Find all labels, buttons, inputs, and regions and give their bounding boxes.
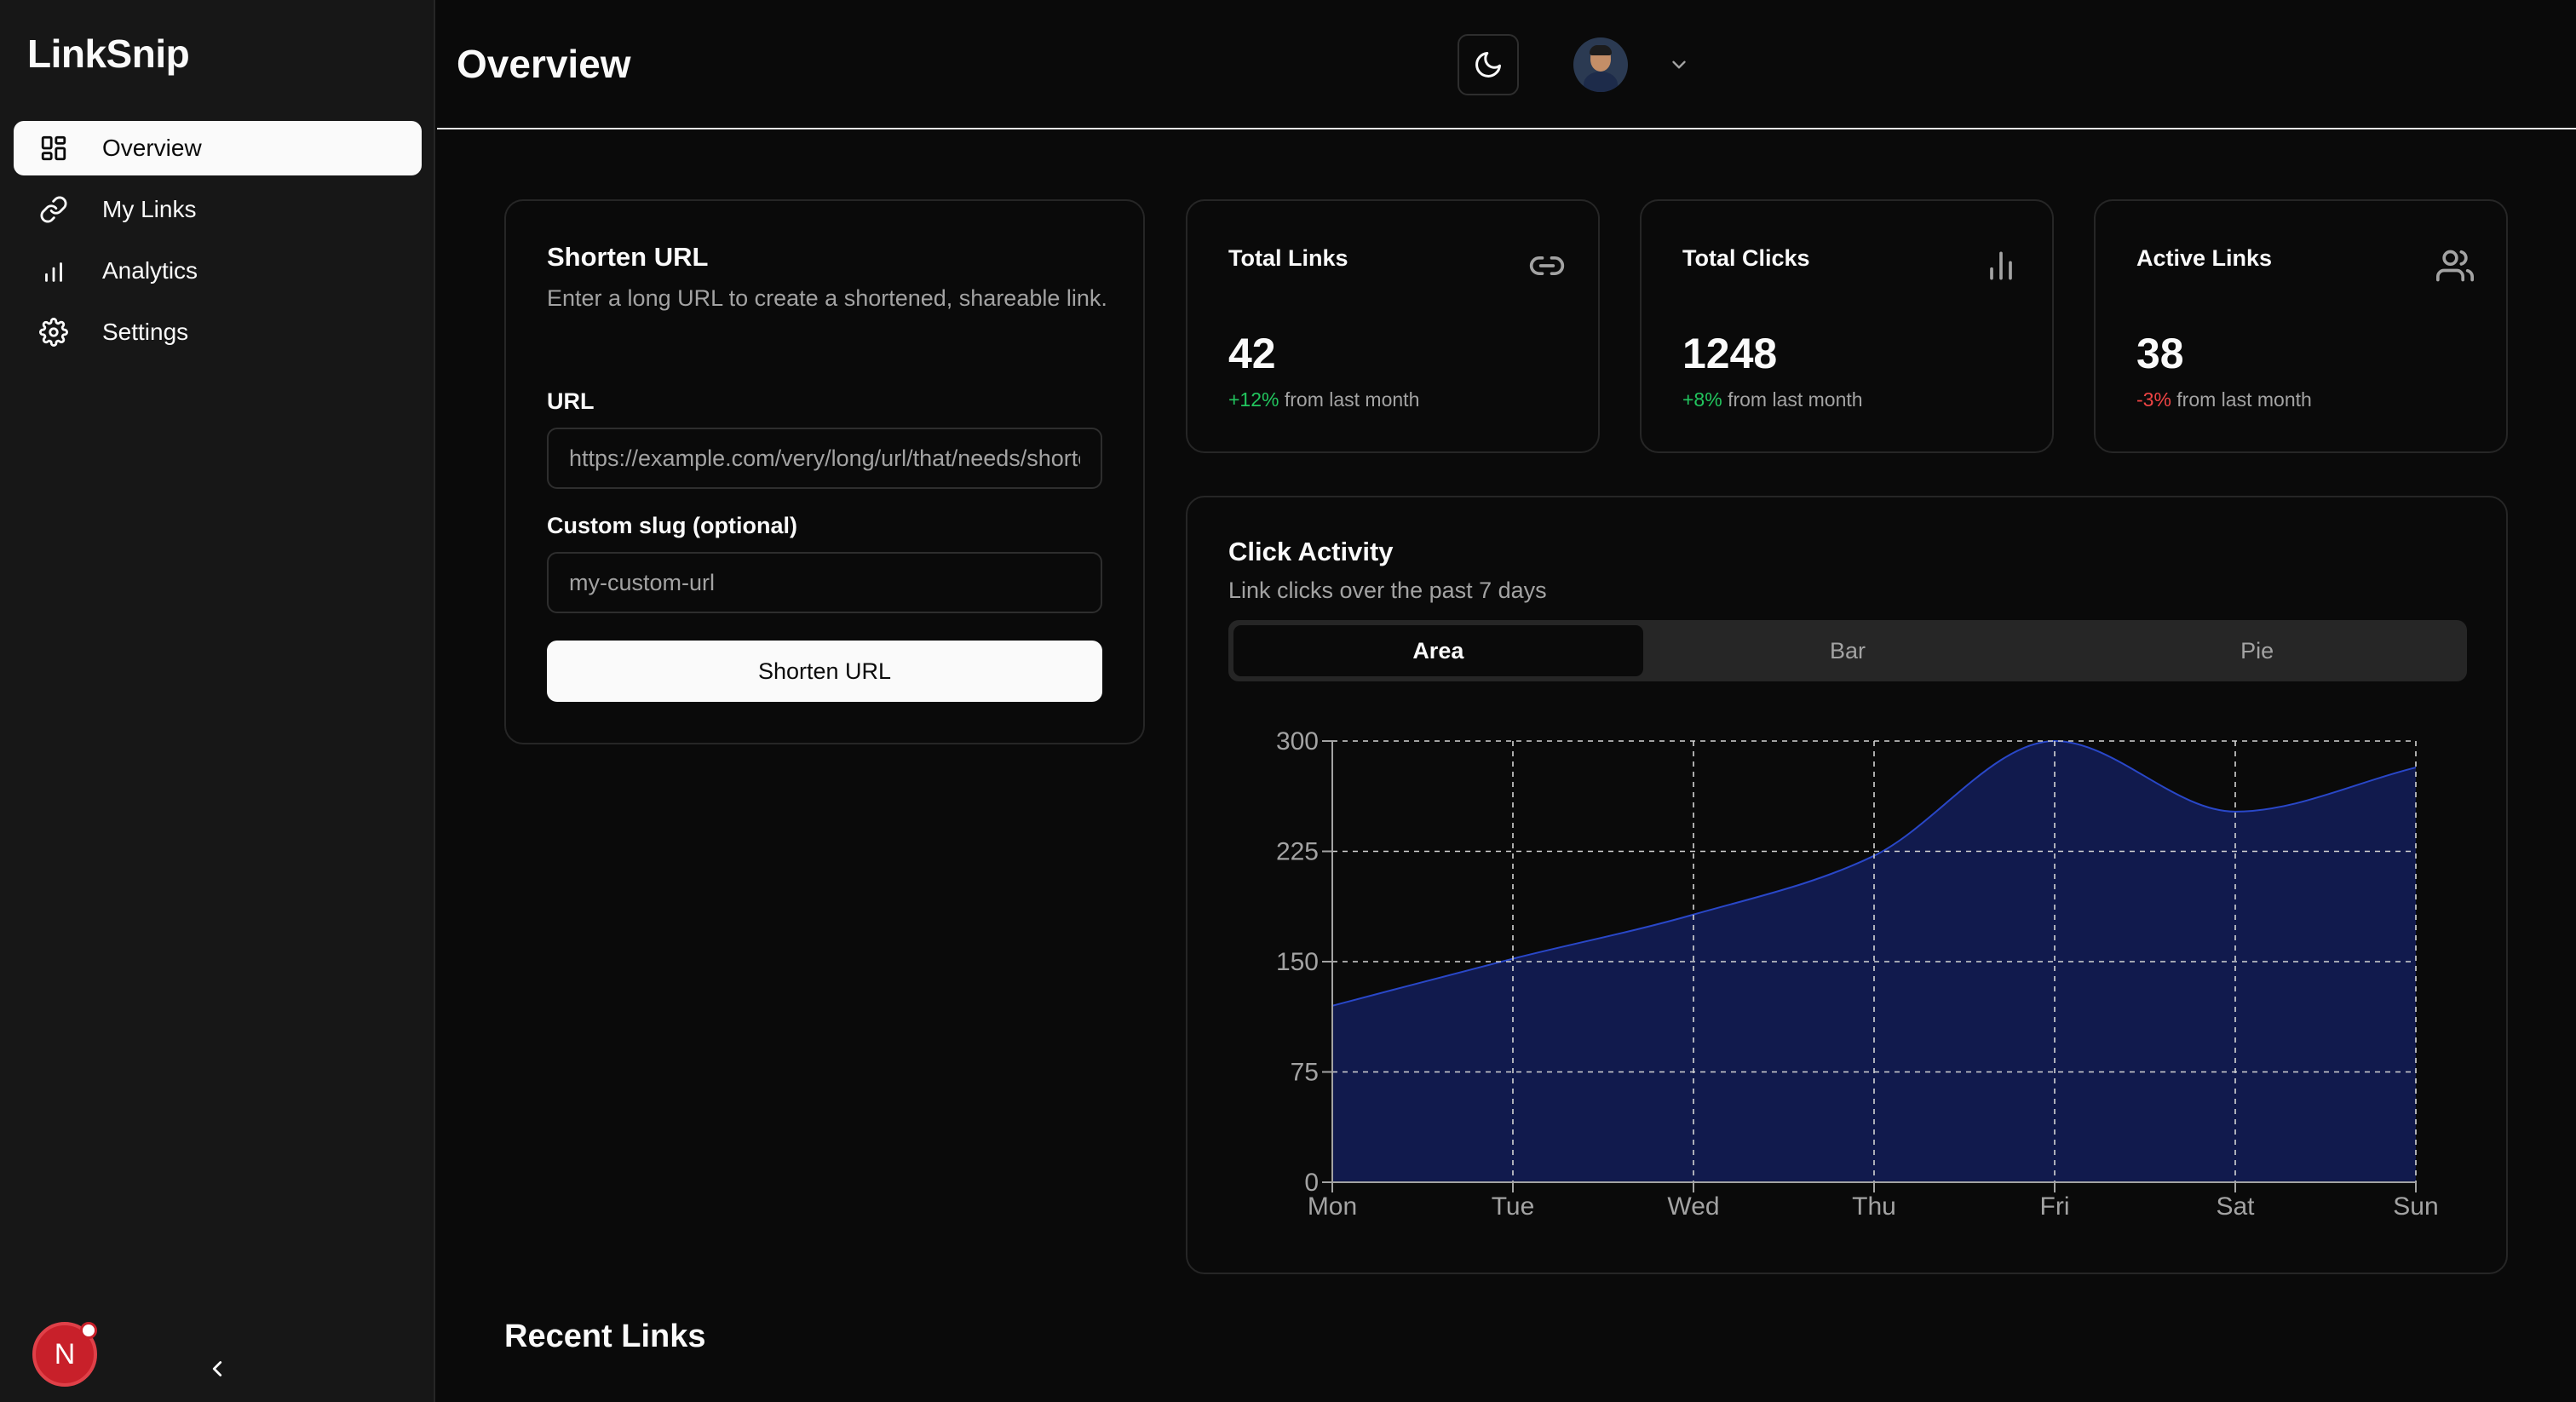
stat-change: +12% from last month <box>1228 388 1419 411</box>
stat-change-percent: -3% <box>2136 388 2171 411</box>
sidebar-item-settings[interactable]: Settings <box>14 305 422 359</box>
sidebar-item-my-links[interactable]: My Links <box>14 182 422 237</box>
shorten-url-card: Shorten URL Enter a long URL to create a… <box>504 199 1145 744</box>
stat-change-suffix: from last month <box>2171 388 2312 411</box>
user-avatar[interactable] <box>1573 37 1628 92</box>
link-icon <box>1527 245 1567 286</box>
y-tick-label: 300 <box>1276 727 1319 756</box>
y-tick-label: 225 <box>1276 838 1319 866</box>
card-title: Shorten URL <box>547 242 709 272</box>
stat-value: 38 <box>2136 330 2184 377</box>
stat-card-total-links: Total Links 42 +12% from last month <box>1186 199 1600 453</box>
users-icon <box>2435 245 2475 286</box>
moon-icon <box>1475 52 1501 78</box>
x-tick-label: Tue <box>1492 1192 1535 1221</box>
brand-logo[interactable]: LinkSnip <box>27 31 190 77</box>
sidebar-item-overview[interactable]: Overview <box>14 121 422 175</box>
chevron-down-icon <box>1672 60 1686 69</box>
x-tick-label: Sun <box>2393 1192 2438 1221</box>
avatar-initial: N <box>54 1337 76 1370</box>
slug-field-label: Custom slug (optional) <box>547 513 797 538</box>
link-icon <box>39 195 68 224</box>
collapse-sidebar-button[interactable] <box>203 1354 232 1383</box>
sidebar-item-label: Settings <box>102 319 189 345</box>
stat-label: Total Clicks <box>1682 245 1810 271</box>
shorten-url-button[interactable]: Shorten URL <box>547 641 1102 702</box>
stat-change: +8% from last month <box>1682 388 1863 411</box>
page-title: Overview <box>457 42 631 86</box>
sidebar: LinkSnip Overview My Links Analytics Set… <box>0 0 435 1402</box>
notification-dot <box>80 1322 97 1339</box>
sidebar-item-label: Overview <box>102 135 202 161</box>
sidebar-nav: Overview My Links Analytics Settings <box>14 121 422 366</box>
x-tick-label: Thu <box>1852 1192 1896 1221</box>
card-description: Enter a long URL to create a shortened, … <box>547 285 1107 311</box>
stat-card-active-links: Active Links 38 -3% from last month <box>2094 199 2508 453</box>
bar-chart-icon <box>1981 245 2021 286</box>
bar-chart-icon <box>39 256 68 285</box>
chevron-left-icon <box>212 1361 222 1376</box>
theme-toggle-button[interactable] <box>1458 34 1519 95</box>
top-header: Overview <box>437 0 2576 129</box>
y-tick-label: 150 <box>1276 948 1319 976</box>
stat-change-percent: +8% <box>1682 388 1722 411</box>
sidebar-item-analytics[interactable]: Analytics <box>14 244 422 298</box>
stat-card-total-clicks: Total Clicks 1248 +8% from last month <box>1640 199 2054 453</box>
stat-label: Total Links <box>1228 245 1348 271</box>
stat-change-percent: +12% <box>1228 388 1279 411</box>
stat-change: -3% from last month <box>2136 388 2312 411</box>
sidebar-item-label: My Links <box>102 196 197 222</box>
stat-value: 1248 <box>1682 330 1778 377</box>
stat-value: 42 <box>1228 330 1276 377</box>
click-activity-card: Click Activity Link clicks over the past… <box>1186 496 2508 1274</box>
stat-change-suffix: from last month <box>1722 388 1863 411</box>
user-badge-avatar[interactable]: N <box>32 1322 97 1387</box>
recent-links-heading: Recent Links <box>504 1319 706 1354</box>
x-tick-label: Sat <box>2216 1192 2255 1221</box>
layout-grid-icon <box>39 134 68 163</box>
stat-label: Active Links <box>2136 245 2273 271</box>
x-tick-label: Fri <box>2040 1192 2070 1221</box>
app-root: LinkSnip Overview My Links Analytics Set… <box>0 0 2576 1402</box>
x-tick-label: Wed <box>1667 1192 1719 1221</box>
avatar-body-shape <box>1584 72 1618 92</box>
stat-change-suffix: from last month <box>1279 388 1420 411</box>
user-menu-toggle[interactable] <box>1664 49 1694 80</box>
url-field-label: URL <box>547 388 595 414</box>
avatar-hair-shape <box>1590 45 1612 55</box>
custom-slug-input[interactable] <box>547 552 1102 613</box>
gear-icon <box>39 318 68 347</box>
y-tick-label: 75 <box>1291 1059 1319 1087</box>
sidebar-item-label: Analytics <box>102 257 198 284</box>
x-tick-label: Mon <box>1308 1192 1357 1221</box>
click-activity-chart: 075150225300Mon Tue Wed Thu Fri Sat Sun <box>1276 727 2439 1221</box>
url-input[interactable] <box>547 428 1102 489</box>
